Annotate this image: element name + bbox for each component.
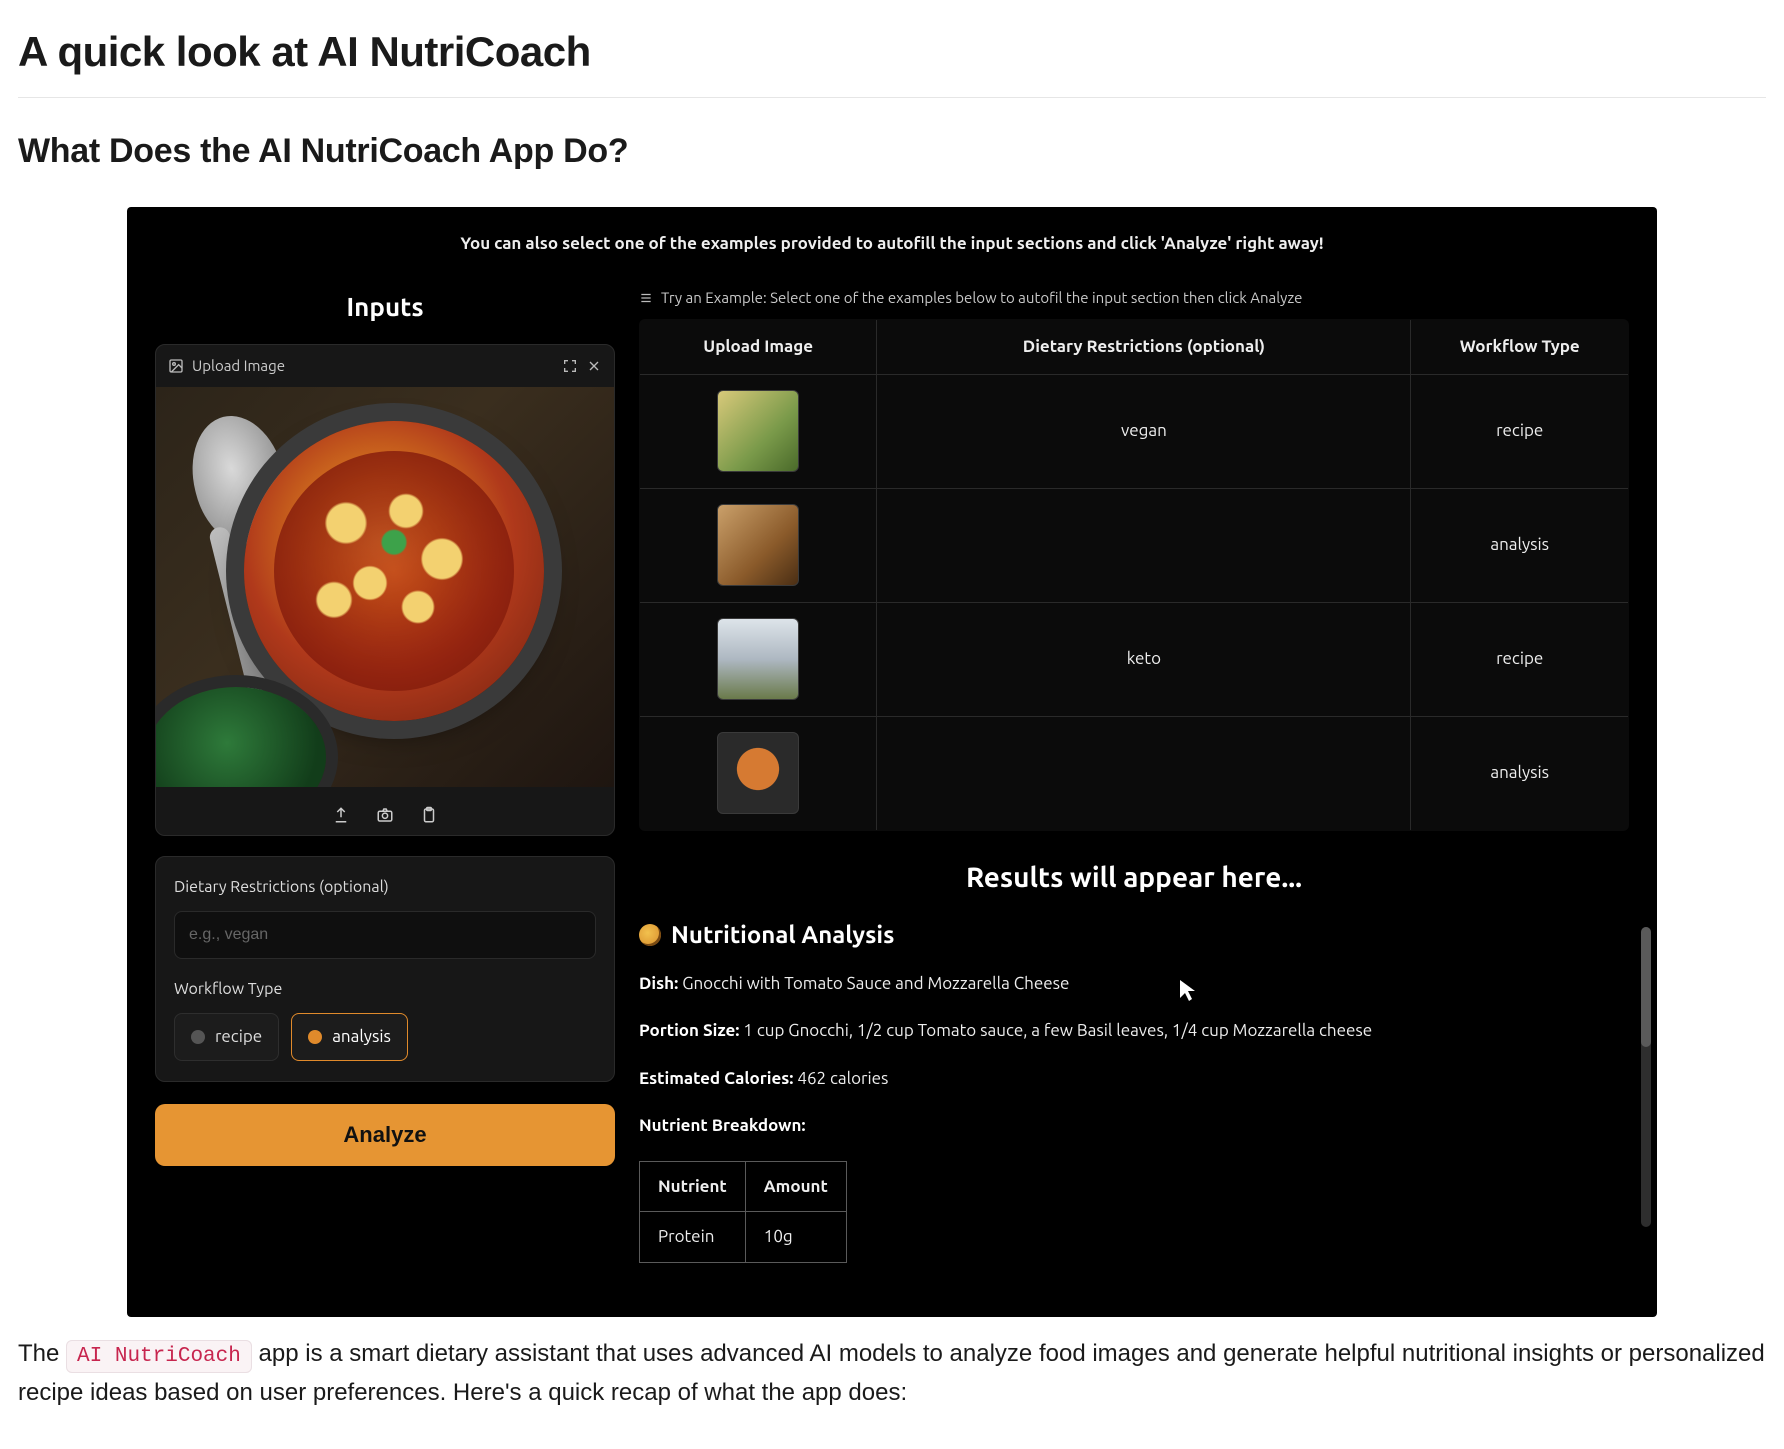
- example-row[interactable]: analysis: [640, 716, 1629, 830]
- example-workflow: analysis: [1411, 716, 1629, 830]
- body-paragraph: The AI NutriCoach app is a smart dietary…: [18, 1335, 1766, 1411]
- workflow-option-recipe-label: recipe: [215, 1024, 262, 1050]
- page-title: A quick look at AI NutriCoach: [18, 20, 1766, 83]
- dish-value: Gnocchi with Tomato Sauce and Mozzarella…: [682, 974, 1069, 993]
- image-icon: [168, 358, 184, 374]
- example-hint: Try an Example: Select one of the exampl…: [639, 287, 1629, 310]
- radio-dot-icon: [191, 1030, 205, 1044]
- col-workflow: Workflow Type: [1411, 320, 1629, 375]
- dish-label: Dish:: [639, 974, 678, 993]
- example-diet: [877, 716, 1411, 830]
- upload-panel: Upload Image: [155, 344, 615, 837]
- nutrient-table: Nutrient Amount Protein 10g: [639, 1161, 847, 1263]
- calories-value: 462 calories: [797, 1069, 888, 1088]
- col-upload-image: Upload Image: [640, 320, 877, 375]
- amount-col: Amount: [745, 1161, 846, 1212]
- radio-dot-icon: [308, 1030, 322, 1044]
- image-toolbar: [156, 787, 614, 835]
- dietary-label: Dietary Restrictions (optional): [174, 875, 596, 899]
- inputs-heading: Inputs: [155, 287, 615, 326]
- app-screenshot: You can also select one of the examples …: [127, 207, 1657, 1317]
- breakdown-label: Nutrient Breakdown:: [639, 1116, 806, 1135]
- upload-icon[interactable]: [332, 801, 350, 819]
- analysis-emoji-icon: [639, 924, 661, 946]
- horizontal-rule: [18, 97, 1766, 98]
- workflow-option-analysis[interactable]: analysis: [291, 1013, 408, 1061]
- table-header-row: Nutrient Amount: [640, 1161, 847, 1212]
- example-thumbnail: [717, 390, 799, 472]
- example-thumbnail: [717, 732, 799, 814]
- para-text: The: [18, 1340, 66, 1367]
- example-hint-text: Try an Example: Select one of the exampl…: [661, 287, 1302, 310]
- example-workflow: recipe: [1411, 602, 1629, 716]
- portion-value: 1 cup Gnocchi, 1/2 cup Tomato sauce, a f…: [743, 1021, 1372, 1040]
- example-workflow: analysis: [1411, 488, 1629, 602]
- form-panel: Dietary Restrictions (optional) Workflow…: [155, 856, 615, 1082]
- inputs-column: Inputs Upload Image: [155, 287, 615, 1166]
- calories-label: Estimated Calories:: [639, 1069, 793, 1088]
- table-row: Protein 10g: [640, 1212, 847, 1263]
- workflow-option-analysis-label: analysis: [332, 1024, 391, 1050]
- example-row[interactable]: keto recipe: [640, 602, 1629, 716]
- analysis-title: Nutritional Analysis: [671, 917, 894, 953]
- portion-label: Portion Size:: [639, 1021, 739, 1040]
- camera-icon[interactable]: [376, 801, 394, 819]
- example-thumbnail: [717, 618, 799, 700]
- table-header-row: Upload Image Dietary Restrictions (optio…: [640, 320, 1629, 375]
- example-row[interactable]: analysis: [640, 488, 1629, 602]
- dietary-input[interactable]: [174, 911, 596, 959]
- nutrient-cell: Protein: [640, 1212, 746, 1263]
- para-text: app is a smart dietary assistant that us…: [18, 1340, 1765, 1406]
- example-diet: [877, 488, 1411, 602]
- tip-text: You can also select one of the examples …: [155, 231, 1629, 257]
- nutrient-col: Nutrient: [640, 1161, 746, 1212]
- workflow-option-recipe[interactable]: recipe: [174, 1013, 279, 1061]
- example-diet: keto: [877, 602, 1411, 716]
- list-icon: [639, 291, 653, 305]
- amount-cell: 10g: [745, 1212, 846, 1263]
- example-thumbnail: [717, 504, 799, 586]
- analysis-title-row: Nutritional Analysis: [639, 917, 1629, 953]
- col-dietary: Dietary Restrictions (optional): [877, 320, 1411, 375]
- example-diet: vegan: [877, 374, 1411, 488]
- scrollbar-thumb[interactable]: [1641, 927, 1651, 1047]
- scrollbar[interactable]: [1641, 927, 1651, 1227]
- inline-code: AI NutriCoach: [66, 1340, 252, 1373]
- examples-table: Upload Image Dietary Restrictions (optio…: [639, 319, 1629, 831]
- workflow-radio-group: recipe analysis: [174, 1013, 596, 1061]
- analyze-button[interactable]: Analyze: [155, 1104, 615, 1166]
- close-icon[interactable]: [586, 358, 602, 374]
- example-row[interactable]: vegan recipe: [640, 374, 1629, 488]
- clipboard-icon[interactable]: [420, 801, 438, 819]
- fullscreen-icon[interactable]: [562, 358, 578, 374]
- workflow-label: Workflow Type: [174, 977, 596, 1001]
- uploaded-food-image[interactable]: [156, 387, 614, 787]
- example-workflow: recipe: [1411, 374, 1629, 488]
- results-heading: Results will appear here...: [639, 857, 1629, 899]
- analysis-body: Dish: Gnocchi with Tomato Sauce and Mozz…: [639, 971, 1629, 1263]
- results-column: Try an Example: Select one of the exampl…: [639, 287, 1629, 1263]
- upload-label: Upload Image: [192, 355, 285, 378]
- section-heading: What Does the AI NutriCoach App Do?: [18, 126, 1766, 177]
